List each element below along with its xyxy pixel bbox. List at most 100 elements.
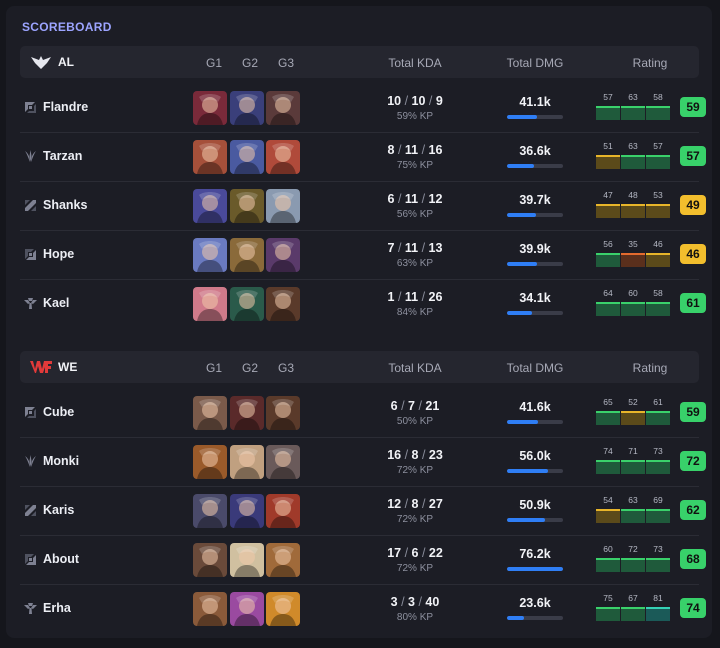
champion-g2-icon[interactable] [230,543,264,577]
kills: 16 [387,448,402,462]
total-kda: 8 / 11 / 16 [350,143,480,157]
player-row[interactable]: Erha 3 / 3 / 40 80% KP 23.6k 75 67 81 74 [20,584,706,633]
player-name[interactable]: Hope [43,247,74,261]
player-name[interactable]: Kael [43,296,69,310]
total-damage: 41.1k [519,95,551,109]
champion-g1-icon[interactable] [193,592,227,626]
total-kda: 1 / 11 / 26 [350,290,480,304]
champion-g1-icon[interactable] [193,140,227,174]
kill-participation: 59% KP [396,111,434,122]
champion-g1-icon[interactable] [193,189,227,223]
game-rating-value: 63 [628,92,638,102]
team-name: AL [58,55,74,69]
kills: 10 [387,94,402,108]
kills: 6 [390,399,398,413]
champion-g1-icon[interactable] [193,91,227,125]
game-rating-bar [646,253,670,267]
kda-separator: / [418,546,429,560]
champion-g1-icon[interactable] [193,494,227,528]
game-rating-value: 60 [603,544,613,554]
champion-g3-icon[interactable] [266,445,300,479]
game-rating-value: 48 [628,190,638,200]
champion-g2-icon[interactable] [230,396,264,430]
kill-participation: 56% KP [396,209,434,220]
player-name[interactable]: About [43,552,79,566]
damage-bar [507,164,563,168]
game-rating-bar [596,460,620,474]
game-rating-bar [646,155,670,169]
rating-badge: 59 [680,97,706,117]
rating-badge: 49 [680,195,706,215]
player-row[interactable]: About 17 / 6 / 22 72% KP 76.2k 60 72 73 68 [20,535,706,585]
kda-separator: / [418,497,429,511]
champion-g1-icon[interactable] [193,543,227,577]
column-header-g1: G1 [205,56,222,70]
mid-icon [24,199,37,212]
player-row[interactable]: Shanks 6 / 11 / 12 56% KP 39.7k 47 48 53 49 [20,181,706,231]
champion-g3-icon[interactable] [266,140,300,174]
player-row[interactable]: Cube 6 / 7 / 21 50% KP 41.6k 65 52 61 59 [20,388,706,438]
champion-g3-icon[interactable] [266,91,300,125]
column-header-kda: Total KDA [388,56,442,70]
kda-separator: / [415,399,426,413]
damage-bar-fill [507,262,537,266]
game-rating-value: 81 [653,593,663,603]
player-row[interactable]: Monki 16 / 8 / 23 72% KP 56.0k 74 71 73 72 [20,437,706,487]
kill-participation: 63% KP [396,258,434,269]
player-row[interactable]: Hope 7 / 11 / 13 63% KP 39.9k 56 35 46 46 [20,230,706,280]
champion-g3-icon[interactable] [266,543,300,577]
team-header-al: AL G1 G2 G3 Total KDA Total DMG Rating [20,46,699,78]
champion-g1-icon[interactable] [193,238,227,272]
player-row[interactable]: Flandre 10 / 10 / 9 59% KP 41.1k 57 63 58 59 [20,83,706,133]
champion-g2-icon[interactable] [230,592,264,626]
player-row[interactable]: Tarzan 8 / 11 / 16 75% KP 36.6k 51 63 57 57 [20,132,706,182]
champion-g2-icon[interactable] [230,494,264,528]
champion-g3-icon[interactable] [266,494,300,528]
player-name[interactable]: Tarzan [43,149,82,163]
damage-bar [507,213,563,217]
champion-g3-icon[interactable] [266,189,300,223]
champion-g2-icon[interactable] [230,287,264,321]
assists: 27 [428,497,443,511]
deaths: 10 [411,94,426,108]
player-name[interactable]: Erha [43,601,71,615]
damage-bar [507,311,563,315]
champion-g1-icon[interactable] [193,445,227,479]
total-damage: 36.6k [519,144,551,158]
champion-g2-icon[interactable] [230,91,264,125]
kda-separator: / [394,290,405,304]
kill-participation: 80% KP [396,612,434,623]
total-damage: 39.9k [519,242,551,256]
champion-g1-icon[interactable] [193,287,227,321]
player-row[interactable]: Karis 12 / 8 / 27 72% KP 50.9k 54 63 69 62 [20,486,706,536]
game-rating-value: 57 [603,92,613,102]
assists: 21 [425,399,440,413]
kda-separator: / [394,192,405,206]
champion-g2-icon[interactable] [230,140,264,174]
champion-g3-icon[interactable] [266,238,300,272]
champion-g2-icon[interactable] [230,238,264,272]
damage-bar [507,420,563,424]
champion-g3-icon[interactable] [266,592,300,626]
game-rating-bar [621,204,645,218]
total-kda: 6 / 11 / 12 [350,192,480,206]
champion-g2-icon[interactable] [230,445,264,479]
player-name[interactable]: Cube [43,405,74,419]
player-name[interactable]: Karis [43,503,74,517]
player-name[interactable]: Flandre [43,100,88,114]
game-rating-bar [646,509,670,523]
champion-g3-icon[interactable] [266,287,300,321]
champion-g2-icon[interactable] [230,189,264,223]
total-damage: 39.7k [519,193,551,207]
player-name[interactable]: Monki [43,454,79,468]
column-header-g2: G2 [241,56,258,70]
player-name[interactable]: Shanks [43,198,87,212]
game-rating-value: 67 [628,593,638,603]
game-rating-bar [621,106,645,120]
champion-g3-icon[interactable] [266,396,300,430]
champion-g1-icon[interactable] [193,396,227,430]
game-rating-value: 63 [628,495,638,505]
total-kda: 3 / 3 / 40 [350,595,480,609]
player-row[interactable]: Kael 1 / 11 / 26 84% KP 34.1k 64 60 58 61 [20,279,706,328]
deaths: 11 [404,290,419,304]
